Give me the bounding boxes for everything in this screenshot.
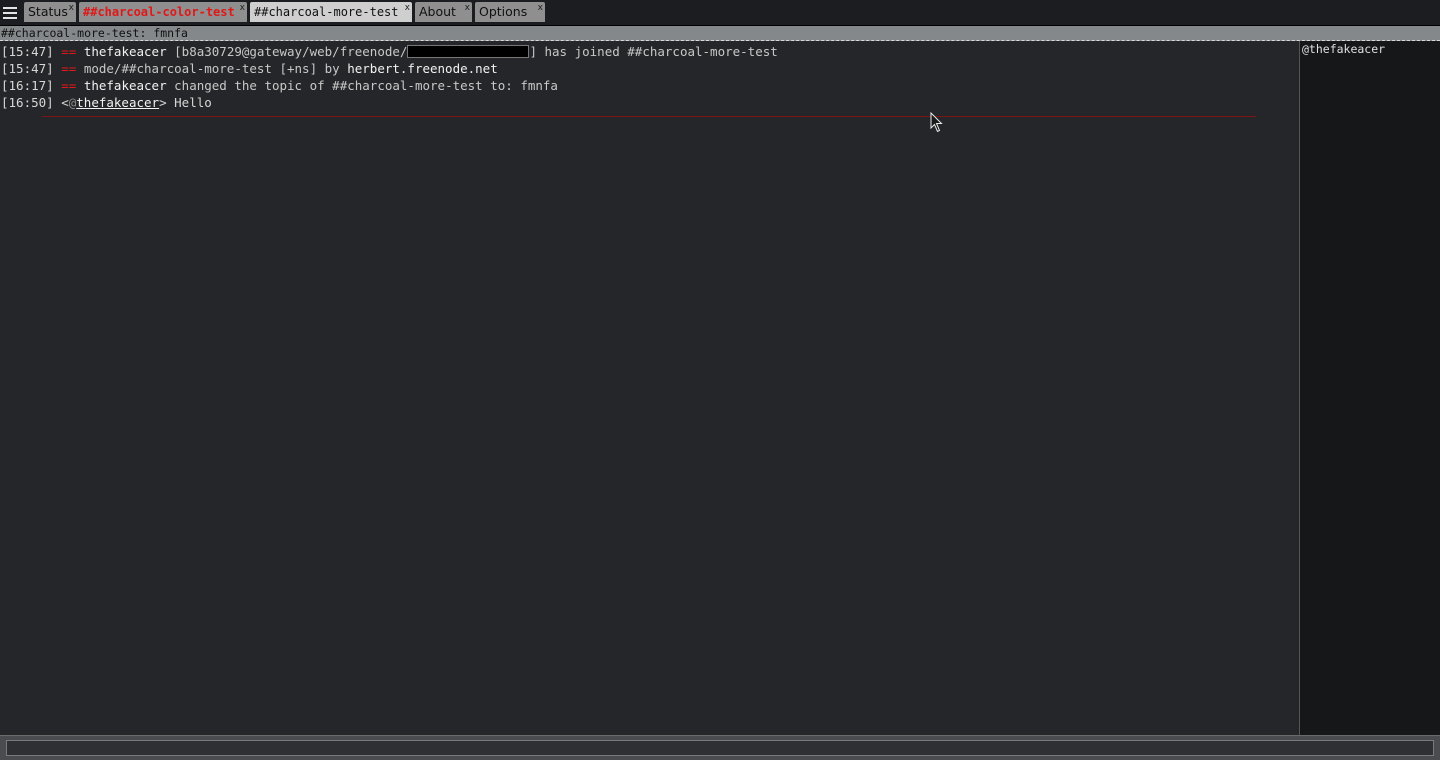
- tab-label: ##charcoal-color-test: [83, 5, 235, 19]
- mode-text: mode/##charcoal-more-test [+ns] by: [83, 61, 348, 76]
- tab-close-icon[interactable]: x: [465, 0, 470, 18]
- message-text: Hello: [174, 95, 212, 110]
- nick-name[interactable]: thefakeacer: [76, 95, 159, 110]
- tab-label: Status: [28, 4, 68, 19]
- channel-topic: ##charcoal-more-test: fmnfa: [0, 26, 1440, 41]
- nick-name[interactable]: thefakeacer: [84, 44, 167, 59]
- hamburger-menu-icon[interactable]: [3, 4, 19, 21]
- timestamp: [16:17]: [1, 78, 54, 93]
- tab-charcoal-more-test[interactable]: ##charcoal-more-test x: [250, 2, 412, 22]
- event-marker: ==: [61, 44, 77, 59]
- host-prefix: [b8a30729@gateway/web/freenode/: [174, 44, 408, 59]
- message-line: [15:47] == mode/##charcoal-more-test [+n…: [0, 60, 1298, 77]
- tab-close-icon[interactable]: x: [69, 0, 74, 18]
- tab-options[interactable]: Options x: [475, 2, 545, 22]
- message-input[interactable]: [6, 740, 1434, 756]
- message-line: [16:17] == thefakeacer changed the topic…: [0, 77, 1298, 94]
- event-marker: ==: [61, 78, 77, 93]
- input-area: [0, 735, 1440, 760]
- read-marker-line: [42, 116, 1256, 117]
- nick-close-bracket: >: [159, 95, 167, 110]
- message-line: [15:47] == thefakeacer [b8a30729@gateway…: [0, 43, 1298, 60]
- tab-close-icon[interactable]: x: [538, 0, 543, 18]
- mouse-cursor-icon: [930, 112, 943, 133]
- tab-label: About: [419, 4, 456, 19]
- join-text: ] has joined ##charcoal-more-test: [529, 44, 778, 59]
- tab-charcoal-color-test[interactable]: ##charcoal-color-test x: [79, 2, 247, 22]
- timestamp: [15:47]: [1, 44, 54, 59]
- nick-name[interactable]: thefakeacer: [84, 78, 167, 93]
- timestamp: [16:50]: [1, 95, 54, 110]
- nick-open-bracket: <: [61, 95, 69, 110]
- nick-list-item[interactable]: @thefakeacer: [1300, 42, 1440, 57]
- tab-close-icon[interactable]: x: [240, 0, 245, 18]
- server-name: herbert.freenode.net: [347, 61, 498, 76]
- nick-list: @thefakeacer: [1299, 41, 1440, 735]
- topic-change-text: changed the topic of ##charcoal-more-tes…: [174, 78, 558, 93]
- event-marker: ==: [61, 61, 77, 76]
- tab-label: ##charcoal-more-test: [254, 5, 399, 19]
- tab-bar: Status x ##charcoal-color-test x ##charc…: [0, 0, 1440, 26]
- message-line: [16:50] <@thefakeacer> Hello: [0, 94, 1298, 111]
- redacted-block: [407, 45, 530, 58]
- chat-log[interactable]: [15:47] == thefakeacer [b8a30729@gateway…: [0, 43, 1298, 735]
- tab-status[interactable]: Status x: [24, 2, 76, 22]
- tab-label: Options: [479, 4, 528, 19]
- tab-about[interactable]: About x: [415, 2, 472, 22]
- timestamp: [15:47]: [1, 61, 54, 76]
- tab-close-icon[interactable]: x: [405, 0, 410, 18]
